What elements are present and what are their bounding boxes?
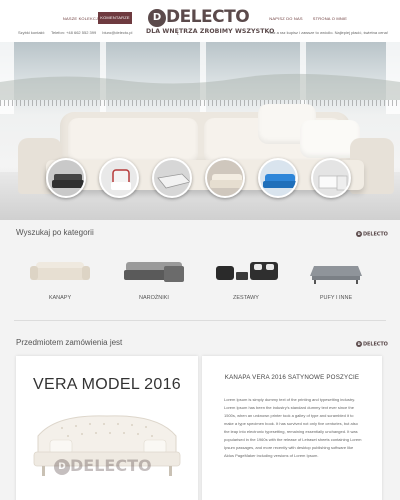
quick-contact: Szybki kontakt: Telefon: +48 662 552 399… xyxy=(18,30,137,35)
hero-thumb-white-sofa[interactable] xyxy=(205,158,245,198)
contact-phone[interactable]: Telefon: +48 662 552 399 xyxy=(51,30,96,35)
ottoman-icon xyxy=(310,266,362,284)
logo-mark: D xyxy=(148,9,166,27)
site-logo[interactable]: D DELECTO DLA WNĘTRZA ZROBIMY WSZYSTKO xyxy=(146,6,275,40)
hero-banner xyxy=(0,42,400,220)
nav-comments-link[interactable]: Komentarze xyxy=(98,12,132,24)
logo-tagline: DLA WNĘTRZA ZROBIMY WSZYSTKO xyxy=(146,28,275,35)
product-section-title: Przedmiotem zamówienia jest xyxy=(16,338,123,347)
hero-thumb-gray-sofa[interactable] xyxy=(46,158,86,198)
categories-title: Wyszukaj po kategorii xyxy=(16,228,94,237)
product-model-name: VERA MODEL 2016 xyxy=(33,376,181,393)
hero-thumb-corner-sofa[interactable] xyxy=(152,158,192,198)
nav-contact-link[interactable]: Napisz do nas xyxy=(266,14,306,23)
nav-about-link[interactable]: Strona o mnie xyxy=(308,14,352,23)
corner-sofa-icon xyxy=(124,262,184,282)
hero-balcony-rail xyxy=(0,100,400,106)
product-image-card: VERA MODEL 2016 D DELECTO xyxy=(16,356,198,500)
category-pufy[interactable]: PUFY I INNE xyxy=(296,250,376,306)
logo-wordmark: DELECTO xyxy=(166,7,250,27)
mini-logo: D DELECTO xyxy=(356,231,388,238)
sofa-icon xyxy=(30,262,90,280)
site-header: Nasze kolekcje Komentarze D DELECTO DLA … xyxy=(0,0,400,42)
product-sofa-image[interactable] xyxy=(16,396,198,500)
product-heading: KANAPA VERA 2016 SATYNOWE POSZYCIE xyxy=(224,374,360,381)
hero-thumb-blue-sofa[interactable] xyxy=(258,158,298,198)
hero-thumb-armchair[interactable] xyxy=(99,158,139,198)
contact-label: Szybki kontakt: xyxy=(18,30,45,35)
category-label: KANAPY xyxy=(48,295,72,301)
contact-email[interactable]: biuro@delecto.pl xyxy=(102,30,132,35)
section-divider xyxy=(14,320,386,321)
category-kanapy[interactable]: KANAPY xyxy=(20,250,100,306)
hero-cushion xyxy=(68,118,198,164)
mini-logo: D DELECTO xyxy=(356,341,388,348)
category-label: ZESTAWY xyxy=(233,295,259,301)
header-motto: Raz a raz kupisz i zawsze to wróciło. Na… xyxy=(268,30,388,35)
category-label: NAROŻNIKI xyxy=(139,295,169,301)
sofa-set-icon xyxy=(216,262,278,280)
hero-thumb-corner-lounge[interactable] xyxy=(311,158,351,198)
category-zestawy[interactable]: ZESTAWY xyxy=(206,250,286,306)
product-watermark: D DELECTO xyxy=(54,456,152,475)
category-label: PUFY I INNE xyxy=(319,295,353,301)
product-info-card: KANAPA VERA 2016 SATYNOWE POSZYCIE Lorem… xyxy=(202,356,382,500)
category-narozniki[interactable]: NAROŻNIKI xyxy=(114,250,194,306)
product-description: Lorem Ipsum is simply dummy text of the … xyxy=(224,397,362,458)
